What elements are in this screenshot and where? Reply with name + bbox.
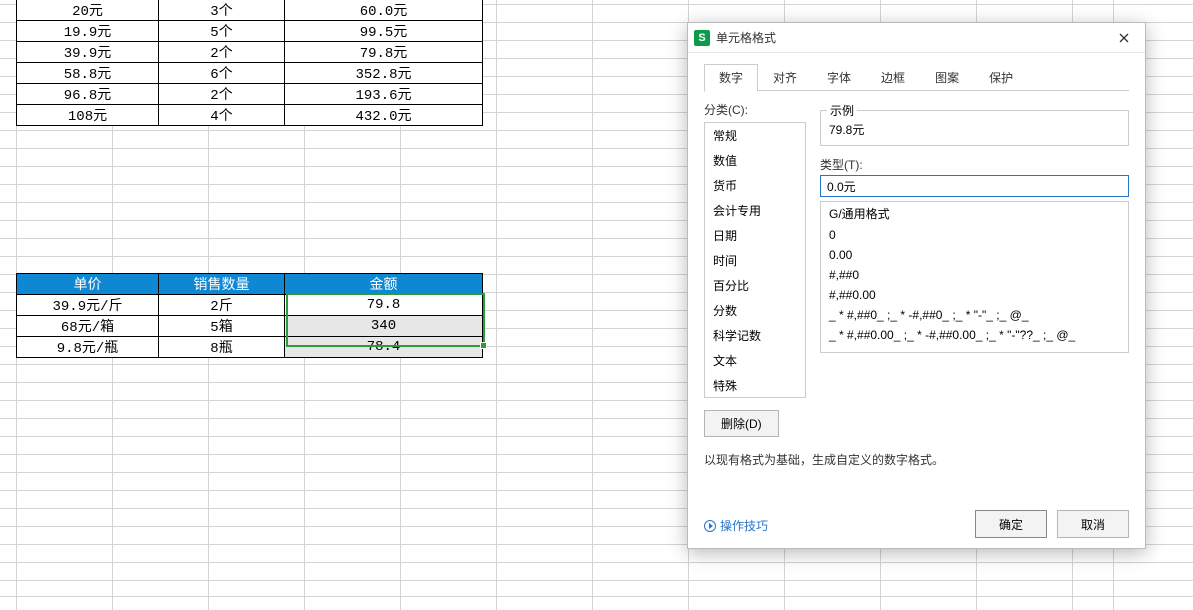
table-row[interactable]: 39.9元2个79.8元 <box>17 42 483 63</box>
table-cell[interactable]: 2个 <box>159 42 285 63</box>
hint-text: 以现有格式为基础，生成自定义的数字格式。 <box>704 451 1129 468</box>
category-list[interactable]: 常规数值货币会计专用日期时间百分比分数科学记数文本特殊自定义 <box>704 122 806 398</box>
play-icon <box>704 520 716 532</box>
example-label: 示例 <box>827 102 857 119</box>
table-cell[interactable]: 5个 <box>159 21 285 42</box>
table-cell[interactable]: 5箱 <box>159 316 285 337</box>
category-item[interactable]: 百分比 <box>705 273 805 298</box>
category-item[interactable]: 货币 <box>705 173 805 198</box>
table-row[interactable]: 9.8元/瓶8瓶78.4 <box>17 337 483 358</box>
table-cell[interactable]: 79.8元 <box>285 42 483 63</box>
cell-format-dialog: S 单元格格式 数字对齐字体边框图案保护 分类(C): 常规数值货币会计专用日期… <box>687 22 1146 549</box>
table-cell[interactable]: 193.6元 <box>285 84 483 105</box>
dialog-title: 单元格格式 <box>716 29 1107 46</box>
table-cell[interactable]: 39.9元 <box>17 42 159 63</box>
type-input[interactable] <box>820 175 1129 197</box>
table-cell[interactable]: 79.8 <box>285 295 483 316</box>
column-header[interactable]: 销售数量 <box>159 274 285 295</box>
column-header[interactable]: 金额 <box>285 274 483 295</box>
category-item[interactable]: 时间 <box>705 248 805 273</box>
table-cell[interactable]: 39.9元/斤 <box>17 295 159 316</box>
format-item[interactable]: G/通用格式 <box>821 202 1128 225</box>
table-cell[interactable]: 9.8元/瓶 <box>17 337 159 358</box>
cancel-button[interactable]: 取消 <box>1057 510 1129 538</box>
app-icon: S <box>694 30 710 46</box>
table-cell[interactable]: 68元/箱 <box>17 316 159 337</box>
table-cell[interactable]: 2斤 <box>159 295 285 316</box>
dialog-tabs: 数字对齐字体边框图案保护 <box>704 63 1129 91</box>
table-row[interactable]: 68元/箱5箱340 <box>17 316 483 337</box>
close-icon <box>1119 33 1129 43</box>
category-item[interactable]: 数值 <box>705 148 805 173</box>
category-item[interactable]: 文本 <box>705 348 805 373</box>
category-item[interactable]: 常规 <box>705 123 805 148</box>
ok-button[interactable]: 确定 <box>975 510 1047 538</box>
table-cell[interactable]: 58.8元 <box>17 63 159 84</box>
category-item[interactable]: 科学记数 <box>705 323 805 348</box>
type-label: 类型(T): <box>820 156 1129 173</box>
table-cell[interactable]: 78.4 <box>285 337 483 358</box>
category-item[interactable]: 分数 <box>705 298 805 323</box>
tips-label: 操作技巧 <box>720 517 768 534</box>
tab-字体[interactable]: 字体 <box>812 64 866 92</box>
table-cell[interactable]: 2个 <box>159 84 285 105</box>
table-cell[interactable]: 6个 <box>159 63 285 84</box>
table-cell[interactable]: 96.8元 <box>17 84 159 105</box>
table-row[interactable]: 39.9元/斤2斤79.8 <box>17 295 483 316</box>
bottom-data-table[interactable]: 单价销售数量金额 39.9元/斤2斤79.868元/箱5箱3409.8元/瓶8瓶… <box>16 273 483 358</box>
table-row[interactable]: 20元3个60.0元 <box>17 0 483 21</box>
format-item[interactable]: #,##0.00 <box>821 285 1128 305</box>
table-row[interactable]: 58.8元6个352.8元 <box>17 63 483 84</box>
table-cell[interactable]: 432.0元 <box>285 105 483 126</box>
tab-图案[interactable]: 图案 <box>920 64 974 92</box>
category-item[interactable]: 会计专用 <box>705 198 805 223</box>
format-item[interactable]: _ * #,##0_ ;_ * -#,##0_ ;_ * "-"_ ;_ @_ <box>821 305 1128 325</box>
table-row[interactable]: 96.8元2个193.6元 <box>17 84 483 105</box>
column-header[interactable]: 单价 <box>17 274 159 295</box>
example-box: 示例 79.8元 <box>820 110 1129 146</box>
table-cell[interactable]: 108元 <box>17 105 159 126</box>
table-cell[interactable]: 3个 <box>159 0 285 21</box>
format-item[interactable]: _ * #,##0.00_ ;_ * -#,##0.00_ ;_ * "-"??… <box>821 325 1128 345</box>
table-row[interactable]: 108元4个432.0元 <box>17 105 483 126</box>
table-cell[interactable]: 340 <box>285 316 483 337</box>
table-cell[interactable]: 352.8元 <box>285 63 483 84</box>
format-item[interactable]: #,##0 <box>821 265 1128 285</box>
tab-边框[interactable]: 边框 <box>866 64 920 92</box>
example-value: 79.8元 <box>829 121 1120 138</box>
delete-button[interactable]: 删除(D) <box>704 410 779 437</box>
table-cell[interactable]: 19.9元 <box>17 21 159 42</box>
category-item[interactable]: 日期 <box>705 223 805 248</box>
table-cell[interactable]: 20元 <box>17 0 159 21</box>
tab-对齐[interactable]: 对齐 <box>758 64 812 92</box>
tab-数字[interactable]: 数字 <box>704 64 758 92</box>
tab-保护[interactable]: 保护 <box>974 64 1028 92</box>
table-cell[interactable]: 4个 <box>159 105 285 126</box>
format-list[interactable]: G/通用格式00.00#,##0#,##0.00_ * #,##0_ ;_ * … <box>820 201 1129 353</box>
category-item[interactable]: 特殊 <box>705 373 805 398</box>
format-item[interactable]: 0.00 <box>821 245 1128 265</box>
top-data-table[interactable]: 20元3个60.0元19.9元5个99.5元39.9元2个79.8元58.8元6… <box>16 0 483 126</box>
tips-link[interactable]: 操作技巧 <box>704 517 768 534</box>
table-row[interactable]: 19.9元5个99.5元 <box>17 21 483 42</box>
format-item[interactable]: 0 <box>821 225 1128 245</box>
close-button[interactable] <box>1107 27 1141 49</box>
dialog-titlebar[interactable]: S 单元格格式 <box>688 23 1145 53</box>
table-cell[interactable]: 8瓶 <box>159 337 285 358</box>
table-cell[interactable]: 60.0元 <box>285 0 483 21</box>
table-cell[interactable]: 99.5元 <box>285 21 483 42</box>
